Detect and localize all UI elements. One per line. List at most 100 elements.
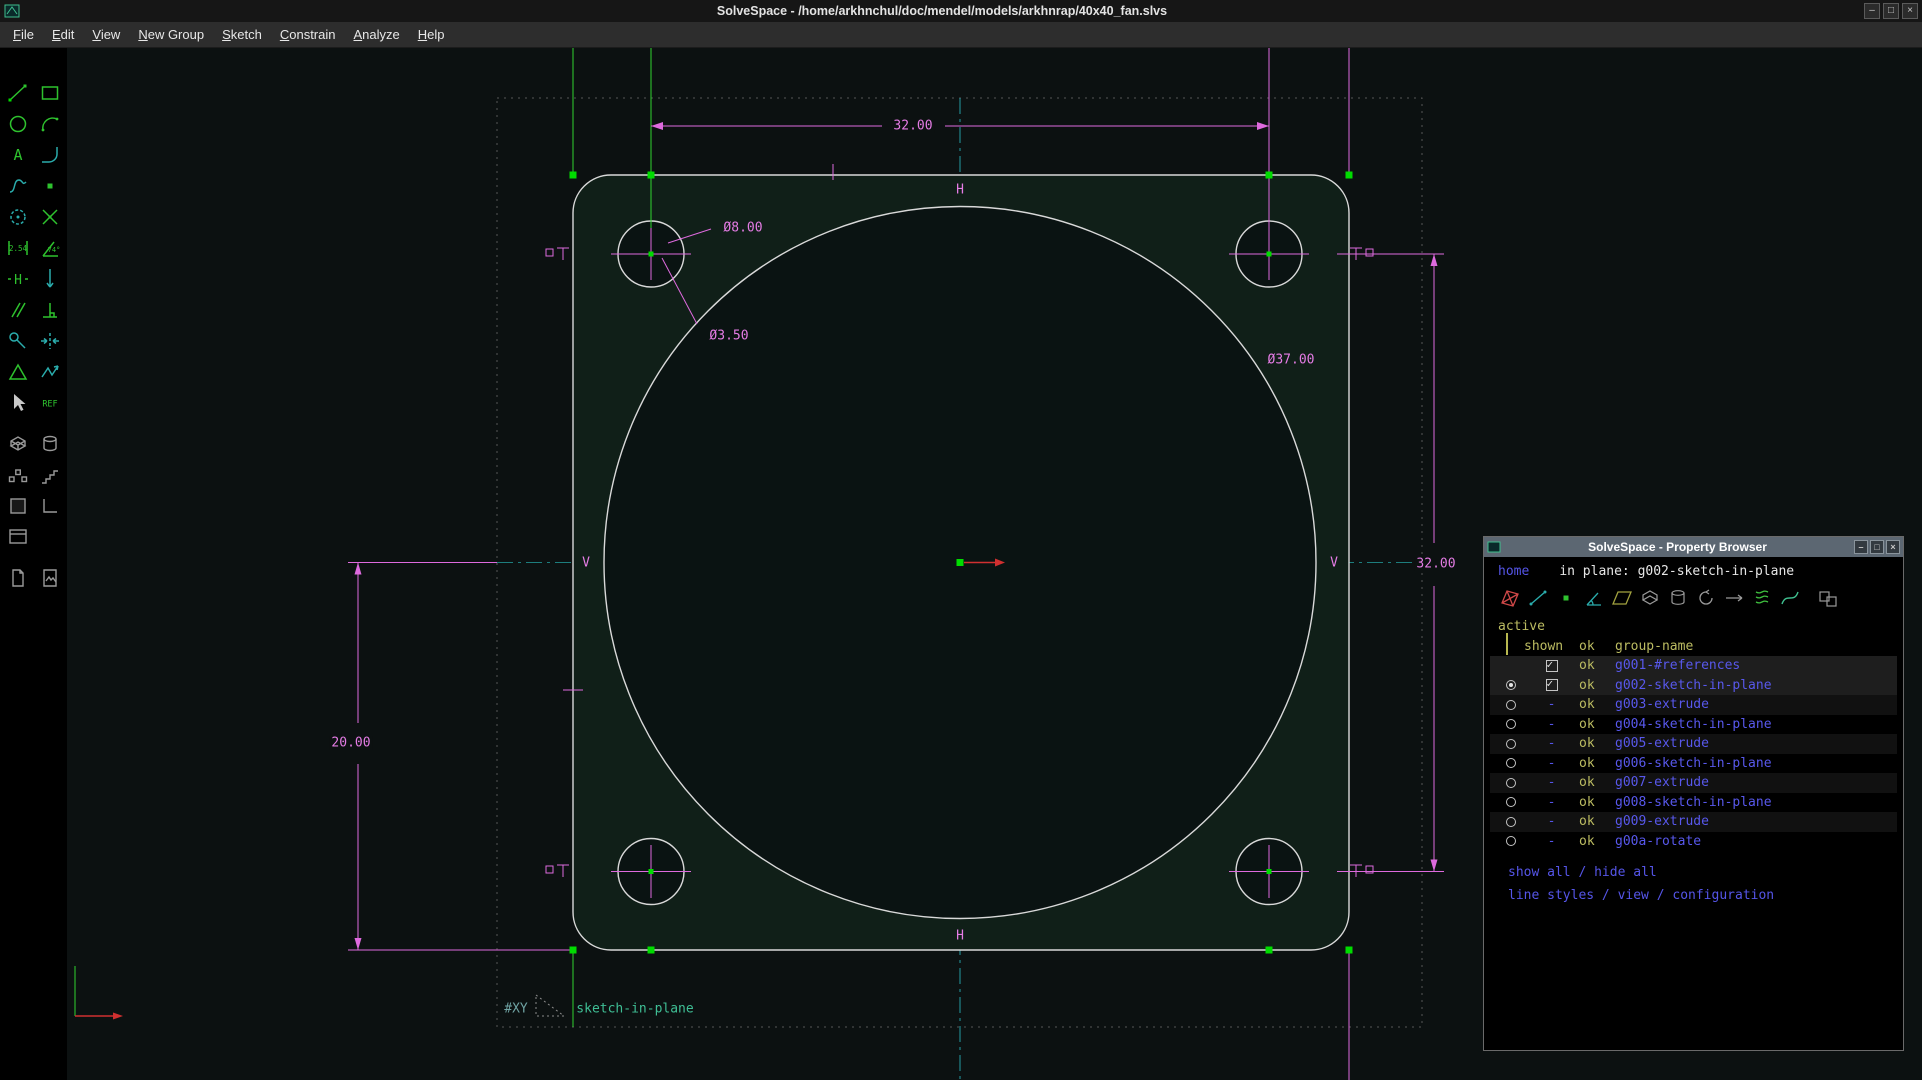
view-link[interactable]: view [1618, 888, 1649, 903]
pb-curve-icon[interactable] [1778, 586, 1802, 610]
line-styles-link[interactable]: line styles [1508, 888, 1594, 903]
pb-helix-icon[interactable] [1750, 586, 1774, 610]
import-tool[interactable] [5, 565, 31, 591]
parallel-constraint-tool[interactable] [5, 297, 31, 323]
symmetric-constraint-tool[interactable] [37, 328, 63, 354]
diameter-label-fan[interactable]: Ø37.00 [1268, 353, 1315, 368]
rectangle-tool[interactable] [37, 80, 63, 106]
group-active-radio[interactable] [1506, 817, 1516, 827]
translate-group-tool[interactable] [37, 462, 63, 488]
point-tool[interactable] [37, 173, 63, 199]
group-name-link[interactable]: g002-sketch-in-plane [1615, 678, 1897, 693]
dimension-label-top[interactable]: 32.00 [891, 119, 934, 134]
group-name-link[interactable]: g00a-rotate [1615, 834, 1897, 849]
group-name-link[interactable]: g009-extrude [1615, 814, 1897, 829]
group-active-radio[interactable] [1506, 680, 1516, 690]
group-shown-toggle[interactable]: - [1548, 834, 1556, 849]
text-tool[interactable]: A [5, 142, 31, 168]
tangent-arc-tool[interactable] [37, 142, 63, 168]
group-name-link[interactable]: g004-sketch-in-plane [1615, 717, 1897, 732]
select-tool[interactable] [5, 390, 31, 416]
group-shown-checkbox[interactable]: ✓ [1546, 679, 1558, 691]
pb-lathe-icon[interactable] [1666, 586, 1690, 610]
group-shown-toggle[interactable]: - [1548, 717, 1556, 732]
corner-tool[interactable] [37, 493, 63, 519]
home-link[interactable]: home [1498, 564, 1529, 579]
horizontal-constraint-label-top[interactable]: H [956, 183, 964, 198]
group-name-link[interactable]: g007-extrude [1615, 775, 1897, 790]
pb-sketch-in-plane-icon[interactable] [1498, 586, 1522, 610]
image-tool[interactable] [37, 565, 63, 591]
group-active-radio[interactable] [1506, 778, 1516, 788]
menu-constrain[interactable]: Constrain [271, 24, 345, 45]
group-active-radio[interactable] [1506, 836, 1516, 846]
menu-file[interactable]: File [4, 24, 43, 45]
pb-extrude-icon[interactable] [1638, 586, 1662, 610]
close-icon[interactable]: × [1902, 3, 1918, 19]
vertical-constraint-label-right[interactable]: V [1330, 556, 1338, 571]
dimension-label-left[interactable]: 20.00 [329, 736, 372, 751]
group-name-link[interactable]: g003-extrude [1615, 697, 1897, 712]
line-tool[interactable] [5, 80, 31, 106]
vertical-constraint-label-left[interactable]: V [582, 556, 590, 571]
group-name-link[interactable]: g001-#references [1615, 658, 1897, 673]
diameter-label-pilot[interactable]: Ø3.50 [709, 329, 748, 344]
menu-help[interactable]: Help [409, 24, 454, 45]
pb-workplane-icon[interactable] [1610, 586, 1634, 610]
menu-view[interactable]: View [83, 24, 129, 45]
workplane-group-tool[interactable] [5, 524, 31, 550]
window-titlebar[interactable]: SolveSpace - /home/arkhnchul/doc/mendel/… [0, 0, 1922, 22]
distance-dimension-tool[interactable]: 2.54 [5, 235, 31, 261]
pb-link-icon[interactable] [1816, 586, 1840, 610]
minimize-icon[interactable]: – [1864, 3, 1880, 19]
show-all-link[interactable]: show all [1508, 865, 1571, 880]
group-shown-toggle[interactable]: - [1548, 814, 1556, 829]
pb-rotate-icon[interactable] [1694, 586, 1718, 610]
vertical-constraint-tool[interactable] [37, 266, 63, 292]
group-active-radio[interactable] [1506, 758, 1516, 768]
hide-all-link[interactable]: hide all [1594, 865, 1657, 880]
angle-dimension-tool[interactable]: 74° [37, 235, 63, 261]
equal-constraint-tool[interactable] [5, 359, 31, 385]
maximize-icon[interactable]: □ [1883, 3, 1899, 19]
group-active-radio[interactable] [1506, 700, 1516, 710]
arc-tool[interactable] [37, 111, 63, 137]
group-shown-toggle[interactable]: - [1548, 775, 1556, 790]
pb-line-icon[interactable] [1526, 586, 1550, 610]
group-active-radio[interactable] [1506, 739, 1516, 749]
pb-translate-icon[interactable] [1722, 586, 1746, 610]
pb-close-icon[interactable]: × [1886, 540, 1900, 554]
reference-dimension-tool[interactable]: REF [37, 390, 63, 416]
group-shown-toggle[interactable]: - [1548, 697, 1556, 712]
bezier-tool[interactable] [5, 173, 31, 199]
orientation-constraint-tool[interactable] [37, 359, 63, 385]
extrude-group-tool[interactable] [5, 431, 31, 457]
group-name-link[interactable]: g006-sketch-in-plane [1615, 756, 1897, 771]
group-shown-checkbox[interactable]: ✓ [1546, 660, 1558, 672]
construction-tool[interactable] [5, 204, 31, 230]
pb-maximize-icon[interactable]: □ [1870, 540, 1884, 554]
pb-point-icon[interactable] [1554, 586, 1578, 610]
lathe-group-tool[interactable] [37, 431, 63, 457]
horizontal-constraint-tool[interactable]: H [5, 266, 31, 292]
style-tool[interactable] [5, 328, 31, 354]
plane-label[interactable]: #XY [504, 1002, 527, 1017]
split-curves-tool[interactable] [37, 204, 63, 230]
group-shown-toggle[interactable]: - [1548, 736, 1556, 751]
pb-minimize-icon[interactable]: – [1854, 540, 1868, 554]
menu-edit[interactable]: Edit [43, 24, 83, 45]
circle-tool[interactable] [5, 111, 31, 137]
link-group-tool[interactable] [5, 493, 31, 519]
diameter-label-hole[interactable]: Ø8.00 [723, 221, 762, 236]
menu-analyze[interactable]: Analyze [344, 24, 408, 45]
group-shown-toggle[interactable]: - [1548, 795, 1556, 810]
horizontal-constraint-label-bottom[interactable]: H [956, 929, 964, 944]
group-active-radio[interactable] [1506, 719, 1516, 729]
menu-new-group[interactable]: New Group [129, 24, 213, 45]
sketch-name-label[interactable]: sketch-in-plane [576, 1002, 693, 1017]
group-shown-toggle[interactable]: - [1548, 756, 1556, 771]
configuration-link[interactable]: configuration [1672, 888, 1774, 903]
rotate-group-tool[interactable] [5, 462, 31, 488]
group-name-link[interactable]: g008-sketch-in-plane [1615, 795, 1897, 810]
menu-sketch[interactable]: Sketch [213, 24, 271, 45]
